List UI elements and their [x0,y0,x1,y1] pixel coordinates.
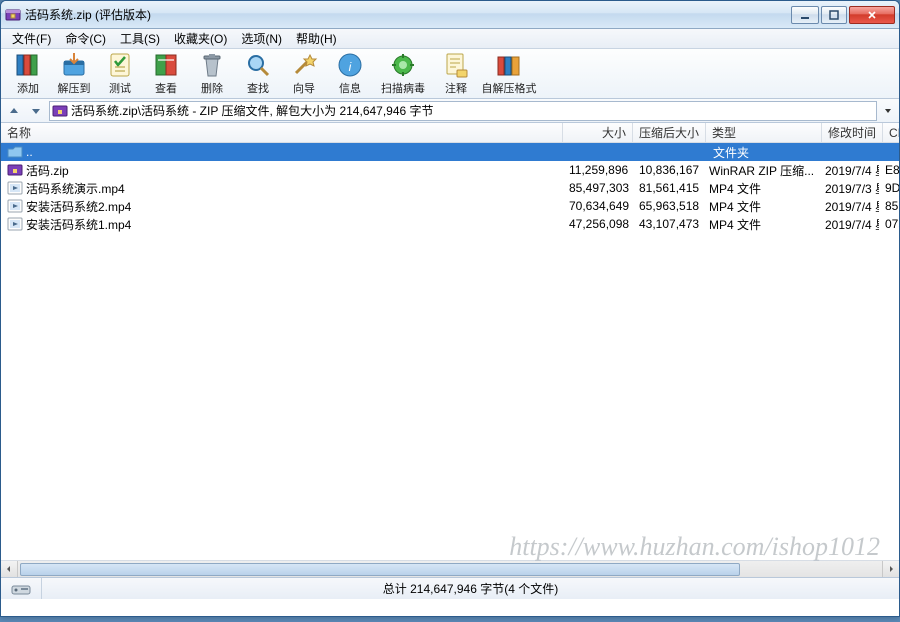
parent-folder-row[interactable]: .. 文件夹 [1,143,899,161]
file-crc: 9D2 [879,181,899,195]
file-crc: E8A [879,163,899,177]
virus-scan-icon [389,51,417,79]
comment-icon [442,51,470,79]
file-type: MP4 文件 [703,198,819,215]
tool-scan-virus[interactable]: 扫描病毒 [373,51,433,97]
status-disk-icon[interactable] [1,578,42,599]
file-row[interactable]: 活码系统演示.mp4 85,497,30381,561,415MP4 文件2019… [1,179,899,197]
file-name: 活码系统演示.mp4 [26,180,125,197]
menubar: 文件(F) 命令(C) 工具(S) 收藏夹(O) 选项(N) 帮助(H) [1,29,899,49]
file-type: MP4 文件 [703,216,819,233]
address-dropdown[interactable] [881,102,895,120]
file-packed: 81,561,415 [633,181,703,195]
menu-file[interactable]: 文件(F) [5,28,58,49]
tool-wizard[interactable]: 向导 [281,51,327,97]
file-row[interactable]: 活码.zip 11,259,89610,836,167WinRAR ZIP 压缩.… [1,161,899,179]
find-icon [244,51,272,79]
file-packed: 10,836,167 [633,163,703,177]
toolbar: 添加 解压到 测试 查看 删除 查找 向导 i 信息 [1,49,899,99]
statusbar: 总计 214,647,946 字节(4 个文件) [1,577,899,599]
scroll-thumb[interactable] [20,563,740,576]
file-name: 安装活码系统1.mp4 [26,216,131,233]
parent-name: .. [26,145,33,159]
tool-sfx[interactable]: 自解压格式 [479,51,539,97]
video-icon [7,198,23,214]
delete-icon [198,51,226,79]
col-type[interactable]: 类型 [706,123,822,142]
file-crc: 075 [879,217,899,231]
file-modified: 2019/7/4 星... [819,216,879,233]
col-packed[interactable]: 压缩后大小 [633,123,706,142]
file-list: .. 文件夹 活码.zip 11,259,89610,836,167WinRAR … [1,143,899,577]
menu-fav[interactable]: 收藏夹(O) [167,28,234,49]
close-button[interactable] [849,6,895,24]
col-crc[interactable]: CRC [883,123,900,142]
tool-add[interactable]: 添加 [5,51,51,97]
column-headers: 名称 大小 压缩后大小 类型 修改时间 CRC [1,123,899,143]
file-row[interactable]: 安装活码系统2.mp4 70,634,64965,963,518MP4 文件201… [1,197,899,215]
tool-info[interactable]: i 信息 [327,51,373,97]
file-modified: 2019/7/4 星... [819,162,879,179]
info-icon: i [336,51,364,79]
col-name[interactable]: 名称 [1,123,563,142]
video-icon [7,180,23,196]
menu-command[interactable]: 命令(C) [58,28,113,49]
addressbar: 活码系统.zip\活码系统 - ZIP 压缩文件, 解包大小为 214,647,… [1,99,899,123]
menu-options[interactable]: 选项(N) [234,28,289,49]
file-row[interactable]: 安装活码系统1.mp4 47,256,09843,107,473MP4 文件201… [1,215,899,233]
titlebar: 活码系统.zip (评估版本) [1,1,899,29]
scroll-right-button[interactable] [882,561,899,577]
menu-help[interactable]: 帮助(H) [289,28,344,49]
zip-icon [7,162,23,178]
tool-find[interactable]: 查找 [235,51,281,97]
col-size[interactable]: 大小 [563,123,633,142]
app-window: 活码系统.zip (评估版本) 文件(F) 命令(C) 工具(S) 收藏夹(O)… [0,0,900,617]
svg-text:i: i [349,60,352,74]
maximize-button[interactable] [821,6,847,24]
tool-view[interactable]: 查看 [143,51,189,97]
file-type: MP4 文件 [703,180,819,197]
folder-up-icon [7,144,23,160]
file-size: 85,497,303 [563,181,633,195]
address-field[interactable]: 活码系统.zip\活码系统 - ZIP 压缩文件, 解包大小为 214,647,… [49,101,877,121]
file-name: 安装活码系统2.mp4 [26,198,131,215]
file-type: WinRAR ZIP 压缩... [703,162,819,179]
parent-type: 文件夹 [563,144,899,161]
minimize-button[interactable] [791,6,819,24]
tool-comment[interactable]: 注释 [433,51,479,97]
tool-extract-to[interactable]: 解压到 [51,51,97,97]
address-text: 活码系统.zip\活码系统 - ZIP 压缩文件, 解包大小为 214,647,… [71,102,874,119]
test-icon [106,51,134,79]
file-modified: 2019/7/3 星... [819,180,879,197]
file-size: 47,256,098 [563,217,633,231]
view-icon [152,51,180,79]
file-modified: 2019/7/4 星... [819,198,879,215]
file-size: 70,634,649 [563,199,633,213]
wizard-icon [290,51,318,79]
winrar-icon [5,7,21,23]
tool-delete[interactable]: 删除 [189,51,235,97]
file-packed: 43,107,473 [633,217,703,231]
file-size: 11,259,896 [563,163,633,177]
tool-test[interactable]: 测试 [97,51,143,97]
scroll-track[interactable] [18,561,882,577]
sfx-icon [495,51,523,79]
window-title: 活码系统.zip (评估版本) [25,6,789,23]
menu-tools[interactable]: 工具(S) [113,28,167,49]
col-modified[interactable]: 修改时间 [822,123,883,142]
horizontal-scrollbar[interactable] [1,560,899,577]
scroll-left-button[interactable] [1,561,18,577]
nav-down-button[interactable] [27,102,45,120]
extract-icon [60,51,88,79]
file-packed: 65,963,518 [633,199,703,213]
status-summary: 总计 214,647,946 字节(4 个文件) [42,578,899,599]
archive-icon [52,103,68,119]
nav-up-button[interactable] [5,102,23,120]
books-icon [14,51,42,79]
file-name: 活码.zip [26,162,69,179]
file-crc: 851 [879,199,899,213]
video-icon [7,216,23,232]
